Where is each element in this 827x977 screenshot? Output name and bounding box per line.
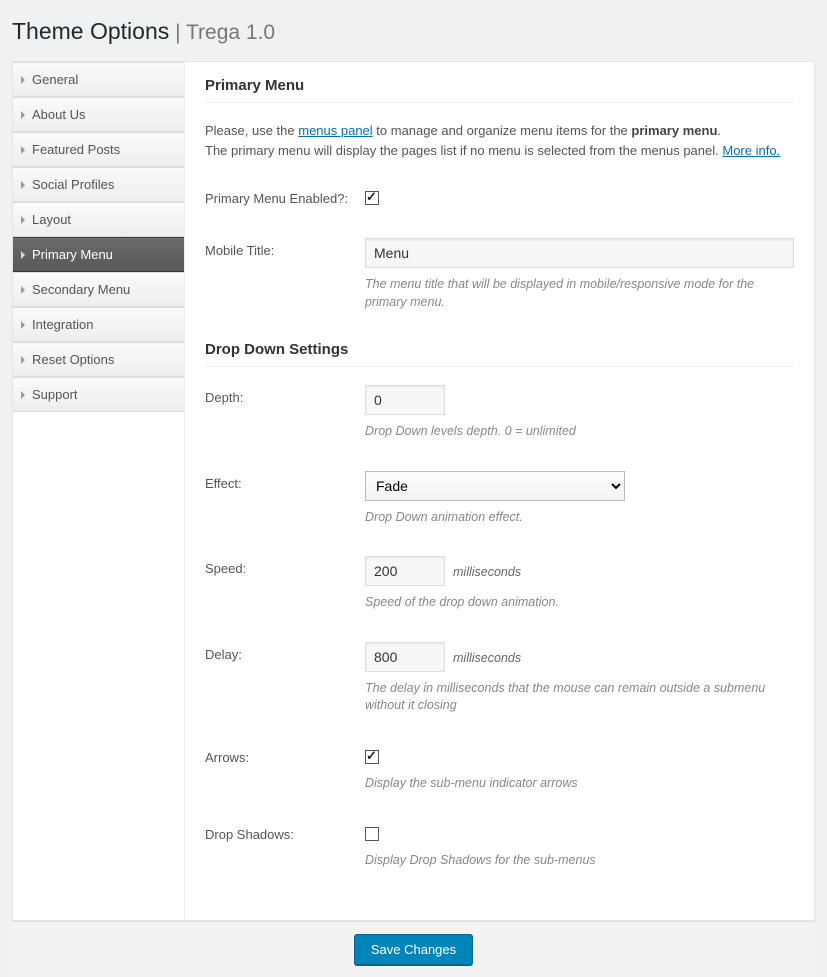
shadows-checkbox[interactable] xyxy=(365,827,379,841)
depth-desc: Drop Down levels depth. 0 = unlimited xyxy=(365,423,794,441)
enabled-checkbox[interactable] xyxy=(365,191,379,205)
chevron-right-icon xyxy=(21,251,25,259)
sidebar-item-integration[interactable]: Integration xyxy=(13,307,184,342)
delay-desc: The delay in milliseconds that the mouse… xyxy=(365,680,794,715)
chevron-right-icon xyxy=(21,391,25,399)
chevron-right-icon xyxy=(21,111,25,119)
content-area: Primary Menu Please, use the menus panel… xyxy=(185,62,814,920)
arrows-checkbox[interactable] xyxy=(365,750,379,764)
sidebar-item-label: Integration xyxy=(32,317,93,332)
effect-desc: Drop Down animation effect. xyxy=(365,509,794,527)
shadows-desc: Display Drop Shadows for the sub-menus xyxy=(365,852,794,870)
sidebar-item-label: Primary Menu xyxy=(32,247,113,262)
delay-label: Delay: xyxy=(205,642,365,662)
sidebar-item-featured-posts[interactable]: Featured Posts xyxy=(13,132,184,167)
sidebar-item-about-us[interactable]: About Us xyxy=(13,97,184,132)
sidebar-item-label: General xyxy=(32,72,78,87)
sidebar-item-reset-options[interactable]: Reset Options xyxy=(13,342,184,377)
footer-bar: Save Changes xyxy=(12,921,815,977)
section-primary-menu-title: Primary Menu xyxy=(205,77,794,103)
sidebar-item-social-profiles[interactable]: Social Profiles xyxy=(13,167,184,202)
delay-unit: milliseconds xyxy=(453,651,521,665)
mobile-title-label: Mobile Title: xyxy=(205,238,365,258)
chevron-right-icon xyxy=(21,216,25,224)
sidebar-item-primary-menu[interactable]: Primary Menu xyxy=(13,237,184,272)
depth-input[interactable] xyxy=(365,385,445,415)
sidebar-item-label: Layout xyxy=(32,212,71,227)
chevron-right-icon xyxy=(21,76,25,84)
page-title: Theme Options | Trega 1.0 xyxy=(12,9,815,49)
sidebar-item-label: Reset Options xyxy=(32,352,114,367)
delay-input[interactable] xyxy=(365,642,445,672)
depth-label: Depth: xyxy=(205,385,365,405)
sidebar-item-label: Support xyxy=(32,387,78,402)
sidebar-nav: General About Us Featured Posts Social Prof… xyxy=(13,62,185,920)
sidebar-item-general[interactable]: General xyxy=(13,62,184,97)
sidebar-item-secondary-menu[interactable]: Secondary Menu xyxy=(13,272,184,307)
menus-panel-link[interactable]: menus panel xyxy=(298,123,372,138)
speed-unit: milliseconds xyxy=(453,565,521,579)
mobile-title-desc: The menu title that will be displayed in… xyxy=(365,276,794,311)
more-info-link[interactable]: More info. xyxy=(722,143,780,158)
sidebar-item-label: About Us xyxy=(32,107,85,122)
speed-input[interactable] xyxy=(365,556,445,586)
effect-label: Effect: xyxy=(205,471,365,491)
chevron-right-icon xyxy=(21,181,25,189)
sidebar-item-layout[interactable]: Layout xyxy=(13,202,184,237)
enabled-label: Primary Menu Enabled?: xyxy=(205,186,365,206)
mobile-title-input[interactable] xyxy=(365,238,794,268)
sidebar-item-label: Social Profiles xyxy=(32,177,114,192)
shadows-label: Drop Shadows: xyxy=(205,822,365,842)
title-text: Theme Options xyxy=(12,18,169,44)
speed-desc: Speed of the drop down animation. xyxy=(365,594,794,612)
arrows-desc: Display the sub-menu indicator arrows xyxy=(365,775,794,793)
save-button[interactable]: Save Changes xyxy=(354,934,473,965)
options-panel: General About Us Featured Posts Social Prof… xyxy=(12,61,815,921)
theme-version: Trega 1.0 xyxy=(186,21,275,44)
arrows-label: Arrows: xyxy=(205,745,365,765)
sidebar-item-label: Featured Posts xyxy=(32,142,120,157)
chevron-right-icon xyxy=(21,286,25,294)
chevron-right-icon xyxy=(21,321,25,329)
effect-select[interactable]: Fade xyxy=(365,471,625,501)
chevron-right-icon xyxy=(21,146,25,154)
section-dropdown-title: Drop Down Settings xyxy=(205,341,794,367)
chevron-right-icon xyxy=(21,356,25,364)
sidebar-item-support[interactable]: Support xyxy=(13,377,184,412)
speed-label: Speed: xyxy=(205,556,365,576)
sidebar-item-label: Secondary Menu xyxy=(32,282,130,297)
intro-text: Please, use the menus panel to manage an… xyxy=(205,121,794,161)
